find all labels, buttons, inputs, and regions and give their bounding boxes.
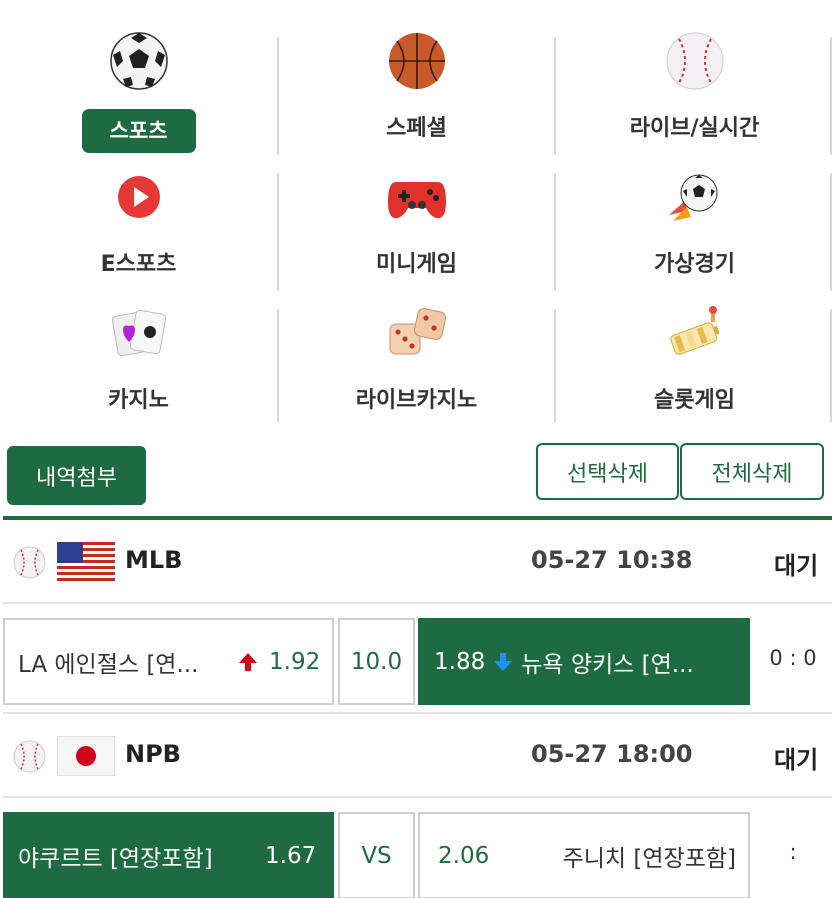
grid-divider	[830, 309, 832, 422]
away-bet-option[interactable]: 2.06 주니치 [연장포함]	[418, 812, 750, 898]
bet-row: LA 에인절스 [연... 1.92 10.0 1.88 뉴욕 양키스 [연..…	[3, 606, 832, 714]
league-name: MLB	[125, 546, 183, 574]
grid-divider	[277, 309, 279, 422]
away-team: 뉴욕 양키스 [연...	[521, 651, 694, 678]
play-button-icon	[108, 166, 170, 228]
virtual-soccer-icon	[664, 166, 726, 228]
gamepad-icon	[386, 166, 448, 228]
match-score: :	[789, 840, 797, 864]
category-casino[interactable]: 카지노	[0, 272, 277, 413]
match-status: 대기	[774, 746, 819, 774]
dice-icon	[386, 302, 448, 364]
grid-divider	[830, 37, 832, 155]
grid-divider	[830, 173, 832, 291]
cards-icon	[108, 302, 170, 364]
category-grid: 스포츠 스페셜 라이브/실시간 E스포츠 미니게임 가상경기 카지노 라이브카지…	[0, 0, 835, 436]
away-bet-option[interactable]: 1.88 뉴욕 양키스 [연...	[418, 618, 750, 705]
category-sports[interactable]: 스포츠	[0, 0, 277, 153]
basketball-icon	[386, 30, 448, 92]
category-live-casino[interactable]: 라이브카지노	[278, 272, 555, 413]
vs-text: VS	[361, 842, 392, 869]
us-flag-icon	[57, 542, 115, 582]
grid-divider	[554, 173, 556, 291]
home-team: 야쿠르트 [연장포함]	[18, 845, 213, 872]
slot-reel-icon	[664, 302, 726, 364]
match-score: 0 : 0	[769, 646, 817, 670]
arrow-down-icon	[493, 652, 513, 672]
home-odds: 1.67	[265, 842, 317, 869]
category-special[interactable]: 스페셜	[278, 0, 555, 141]
home-odds: 1.92	[269, 648, 321, 675]
soccer-ball-icon	[108, 30, 170, 92]
arrow-up-icon	[238, 652, 258, 676]
grid-divider	[554, 309, 556, 422]
home-team: LA 에인절스 [연...	[18, 651, 199, 678]
category-virtual[interactable]: 가상경기	[556, 136, 833, 277]
away-team: 주니치 [연장포함]	[562, 845, 736, 872]
handicap-option[interactable]: 10.0	[338, 618, 415, 705]
category-minigame[interactable]: 미니게임	[278, 136, 555, 277]
match-time: 05-27 10:38	[531, 546, 693, 574]
vs-label: VS	[338, 812, 415, 898]
bet-row: 야쿠르트 [연장포함] 1.67 VS 2.06 주니치 [연장포함] :	[3, 800, 832, 898]
league-name: NPB	[125, 740, 181, 768]
handicap-value: 10.0	[350, 648, 403, 675]
home-bet-option[interactable]: 야쿠르트 [연장포함] 1.67	[3, 812, 334, 898]
grid-divider	[554, 37, 556, 155]
category-label: 슬롯게임	[654, 388, 735, 413]
away-odds: 2.06	[438, 842, 490, 869]
grid-divider	[277, 37, 279, 155]
baseball-icon	[13, 740, 46, 773]
away-odds: 1.88	[434, 648, 486, 675]
delete-all-button[interactable]: 전체삭제	[680, 443, 824, 500]
category-label: 카지노	[108, 388, 169, 413]
category-label: 라이브카지노	[355, 388, 478, 413]
baseball-icon	[664, 30, 726, 92]
league-header: NPB 05-27 18:00 대기	[3, 714, 832, 798]
category-esports[interactable]: E스포츠	[0, 136, 277, 277]
delete-selected-button[interactable]: 선택삭제	[536, 443, 679, 500]
league-header: MLB 05-27 10:38 대기	[3, 520, 832, 604]
category-live[interactable]: 라이브/실시간	[556, 0, 833, 141]
grid-divider	[277, 173, 279, 291]
match-status: 대기	[774, 552, 819, 580]
attach-history-button[interactable]: 내역첨부	[7, 446, 146, 505]
match-time: 05-27 18:00	[531, 740, 693, 768]
baseball-icon	[13, 546, 46, 579]
home-bet-option[interactable]: LA 에인절스 [연... 1.92	[3, 618, 334, 705]
category-slot[interactable]: 슬롯게임	[556, 272, 833, 413]
japan-flag-icon	[56, 735, 116, 777]
